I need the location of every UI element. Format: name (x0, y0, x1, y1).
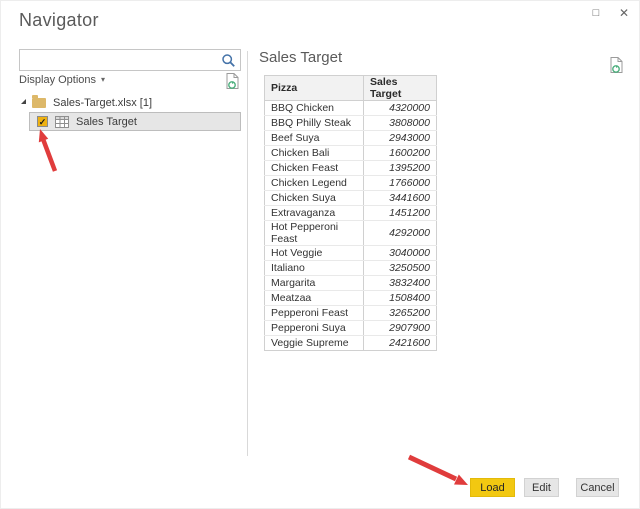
close-icon[interactable]: ✕ (613, 4, 635, 22)
cell-pizza: Beef Suya (264, 130, 364, 146)
cell-sales-target: 1451200 (363, 205, 437, 221)
table-row: Extravaganza 1451200 (264, 205, 437, 221)
cell-sales-target: 4320000 (363, 100, 437, 116)
table-icon (55, 115, 69, 128)
table-row: Pepperoni Feast 3265200 (264, 305, 437, 321)
annotation-arrow-checkbox (38, 129, 58, 172)
tree-item-workbook[interactable]: Sales-Target.xlsx [1] (19, 94, 241, 111)
edit-button[interactable]: Edit (524, 478, 559, 497)
table-row: Beef Suya 2943000 (264, 130, 437, 146)
refresh-preview-icon[interactable] (609, 56, 624, 74)
preview-title: Sales Target (259, 49, 343, 66)
cell-pizza: Pepperoni Feast (264, 305, 364, 321)
cell-pizza: Margarita (264, 275, 364, 291)
table-row: Chicken Feast 1395200 (264, 160, 437, 176)
table-row: Pepperoni Suya 2907900 (264, 320, 437, 336)
cell-sales-target: 3250500 (363, 260, 437, 276)
cell-sales-target: 3441600 (363, 190, 437, 206)
cell-sales-target: 1766000 (363, 175, 437, 191)
column-header-sales-target: Sales Target (363, 75, 437, 101)
cell-sales-target: 1600200 (363, 145, 437, 161)
cell-sales-target: 2907900 (363, 320, 437, 336)
checkbox-checked-icon[interactable]: ✓ (37, 116, 48, 127)
refresh-list-icon[interactable] (225, 72, 240, 90)
cell-pizza: Meatzaa (264, 290, 364, 306)
cell-pizza: Chicken Suya (264, 190, 364, 206)
cell-sales-target: 2943000 (363, 130, 437, 146)
pane-divider (247, 51, 248, 456)
cell-pizza: BBQ Chicken (264, 100, 364, 116)
cell-sales-target: 3265200 (363, 305, 437, 321)
tree-expander-icon[interactable] (21, 99, 26, 104)
table-row: Hot Veggie 3040000 (264, 245, 437, 261)
search-icon[interactable] (221, 53, 236, 68)
page-title: Navigator (19, 10, 99, 30)
search-input[interactable] (24, 51, 214, 69)
table-row: Hot Pepperoni Feast 4292000 (264, 220, 437, 246)
table-row: BBQ Philly Steak 3808000 (264, 115, 437, 131)
cell-sales-target: 2421600 (363, 335, 437, 351)
table-row: Italiano 3250500 (264, 260, 437, 276)
cell-pizza: Veggie Supreme (264, 335, 364, 351)
table-row: Meatzaa 1508400 (264, 290, 437, 306)
cell-sales-target: 4292000 (363, 220, 437, 246)
table-row: Chicken Legend 1766000 (264, 175, 437, 191)
cell-sales-target: 1508400 (363, 290, 437, 306)
cell-pizza: Hot Veggie (264, 245, 364, 261)
cell-sales-target: 3808000 (363, 115, 437, 131)
display-options-label: Display Options (19, 74, 97, 86)
cell-pizza: Chicken Feast (264, 160, 364, 176)
folder-icon (32, 94, 46, 108)
table-row: Chicken Suya 3441600 (264, 190, 437, 206)
cancel-button[interactable]: Cancel (576, 478, 619, 497)
cell-pizza: Italiano (264, 260, 364, 276)
table-row: Veggie Supreme 2421600 (264, 335, 437, 351)
tree-item-workbook-label: Sales-Target.xlsx [1] (53, 96, 153, 109)
tree-item-sales-target[interactable]: ✓ Sales Target (29, 112, 241, 131)
tree-item-sales-target-label: Sales Target (76, 115, 137, 128)
chevron-down-icon: ▾ (101, 75, 106, 84)
table-row: BBQ Chicken 4320000 (264, 100, 437, 116)
cell-pizza: Pepperoni Suya (264, 320, 364, 336)
cell-pizza: Extravaganza (264, 205, 364, 221)
navigator-tree: Sales-Target.xlsx [1] ✓ Sales Target (19, 94, 241, 131)
load-button[interactable]: Load (470, 478, 515, 497)
cell-pizza: Chicken Legend (264, 175, 364, 191)
cell-sales-target: 1395200 (363, 160, 437, 176)
cell-sales-target: 3832400 (363, 275, 437, 291)
table-row: Chicken Bali 1600200 (264, 145, 437, 161)
preview-table: Pizza Sales Target BBQ Chicken 4320000 BBQ… (264, 75, 437, 351)
cell-sales-target: 3040000 (363, 245, 437, 261)
annotation-arrow-load (407, 454, 468, 485)
cell-pizza: Hot Pepperoni Feast (264, 220, 364, 246)
maximize-icon[interactable]: □ (585, 4, 607, 22)
column-header-pizza: Pizza (264, 75, 364, 101)
cell-pizza: BBQ Philly Steak (264, 115, 364, 131)
table-row: Margarita 3832400 (264, 275, 437, 291)
search-box (19, 49, 241, 71)
navigator-dialog: { "window": { "title": "Navigator", "max… (0, 0, 640, 509)
cell-pizza: Chicken Bali (264, 145, 364, 161)
display-options-dropdown[interactable]: Display Options ▾ (19, 74, 105, 86)
